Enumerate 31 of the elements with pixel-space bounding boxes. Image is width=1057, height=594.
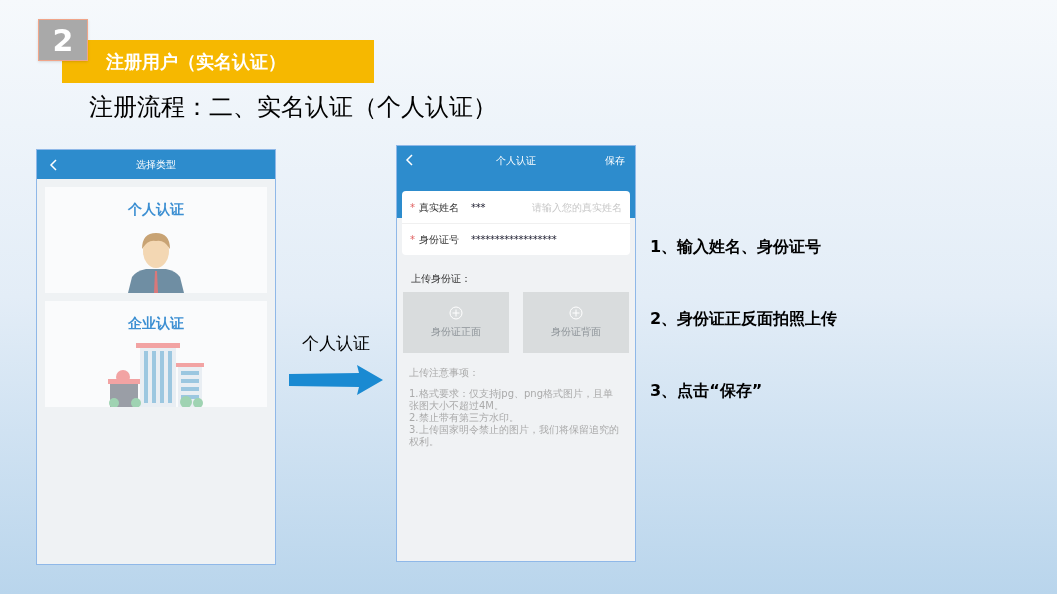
back-icon[interactable] (49, 158, 57, 171)
upload-slot[interactable]: 身份证正面 (403, 292, 509, 353)
screen-title: 个人认证 (495, 153, 537, 168)
step-text: 2、身份证正反面拍照上传 (650, 308, 838, 330)
slide-heading: 注册流程：二、实名认证（个人认证） (89, 92, 498, 123)
option-card[interactable]: 个人认证 (45, 187, 267, 293)
option-card[interactable]: 企业认证 (45, 301, 267, 407)
field-label: 身份证号 (419, 233, 459, 247)
field-label: 真实姓名 (419, 200, 459, 215)
note-text: 1.格式要求：仅支持jpg、png格式图片，且单张图大小不超过4M。 (409, 388, 615, 412)
field-value: *** (471, 200, 486, 215)
upload-slot[interactable]: 身份证背面 (523, 292, 629, 353)
field-value: ****************** (471, 233, 557, 247)
upload-slot-label: 身份证背面 (551, 325, 601, 339)
screen-title: 选择类型 (135, 158, 177, 172)
step-text: 1、输入姓名、身份证号 (650, 236, 823, 258)
plus-circle-icon (449, 306, 463, 320)
required-asterisk: * (410, 200, 415, 215)
plus-circle-icon (569, 306, 583, 320)
back-icon[interactable] (405, 154, 413, 166)
form-field[interactable]: * 身份证号 ****************** (402, 223, 630, 255)
option-label: 个人认证 (128, 200, 184, 219)
save-button[interactable]: 保存 (603, 152, 627, 168)
upload-slot-label: 身份证正面 (431, 325, 481, 339)
note-text: 2.禁止带有第三方水印。 (409, 412, 520, 424)
required-asterisk: * (410, 233, 415, 247)
arrow-label: 个人认证 (302, 332, 370, 355)
option-label: 企业认证 (128, 314, 184, 333)
step-text: 3、点击“保存” (650, 380, 764, 402)
upload-label: 上传身份证： (411, 272, 472, 286)
right-arrow-icon (289, 364, 383, 395)
